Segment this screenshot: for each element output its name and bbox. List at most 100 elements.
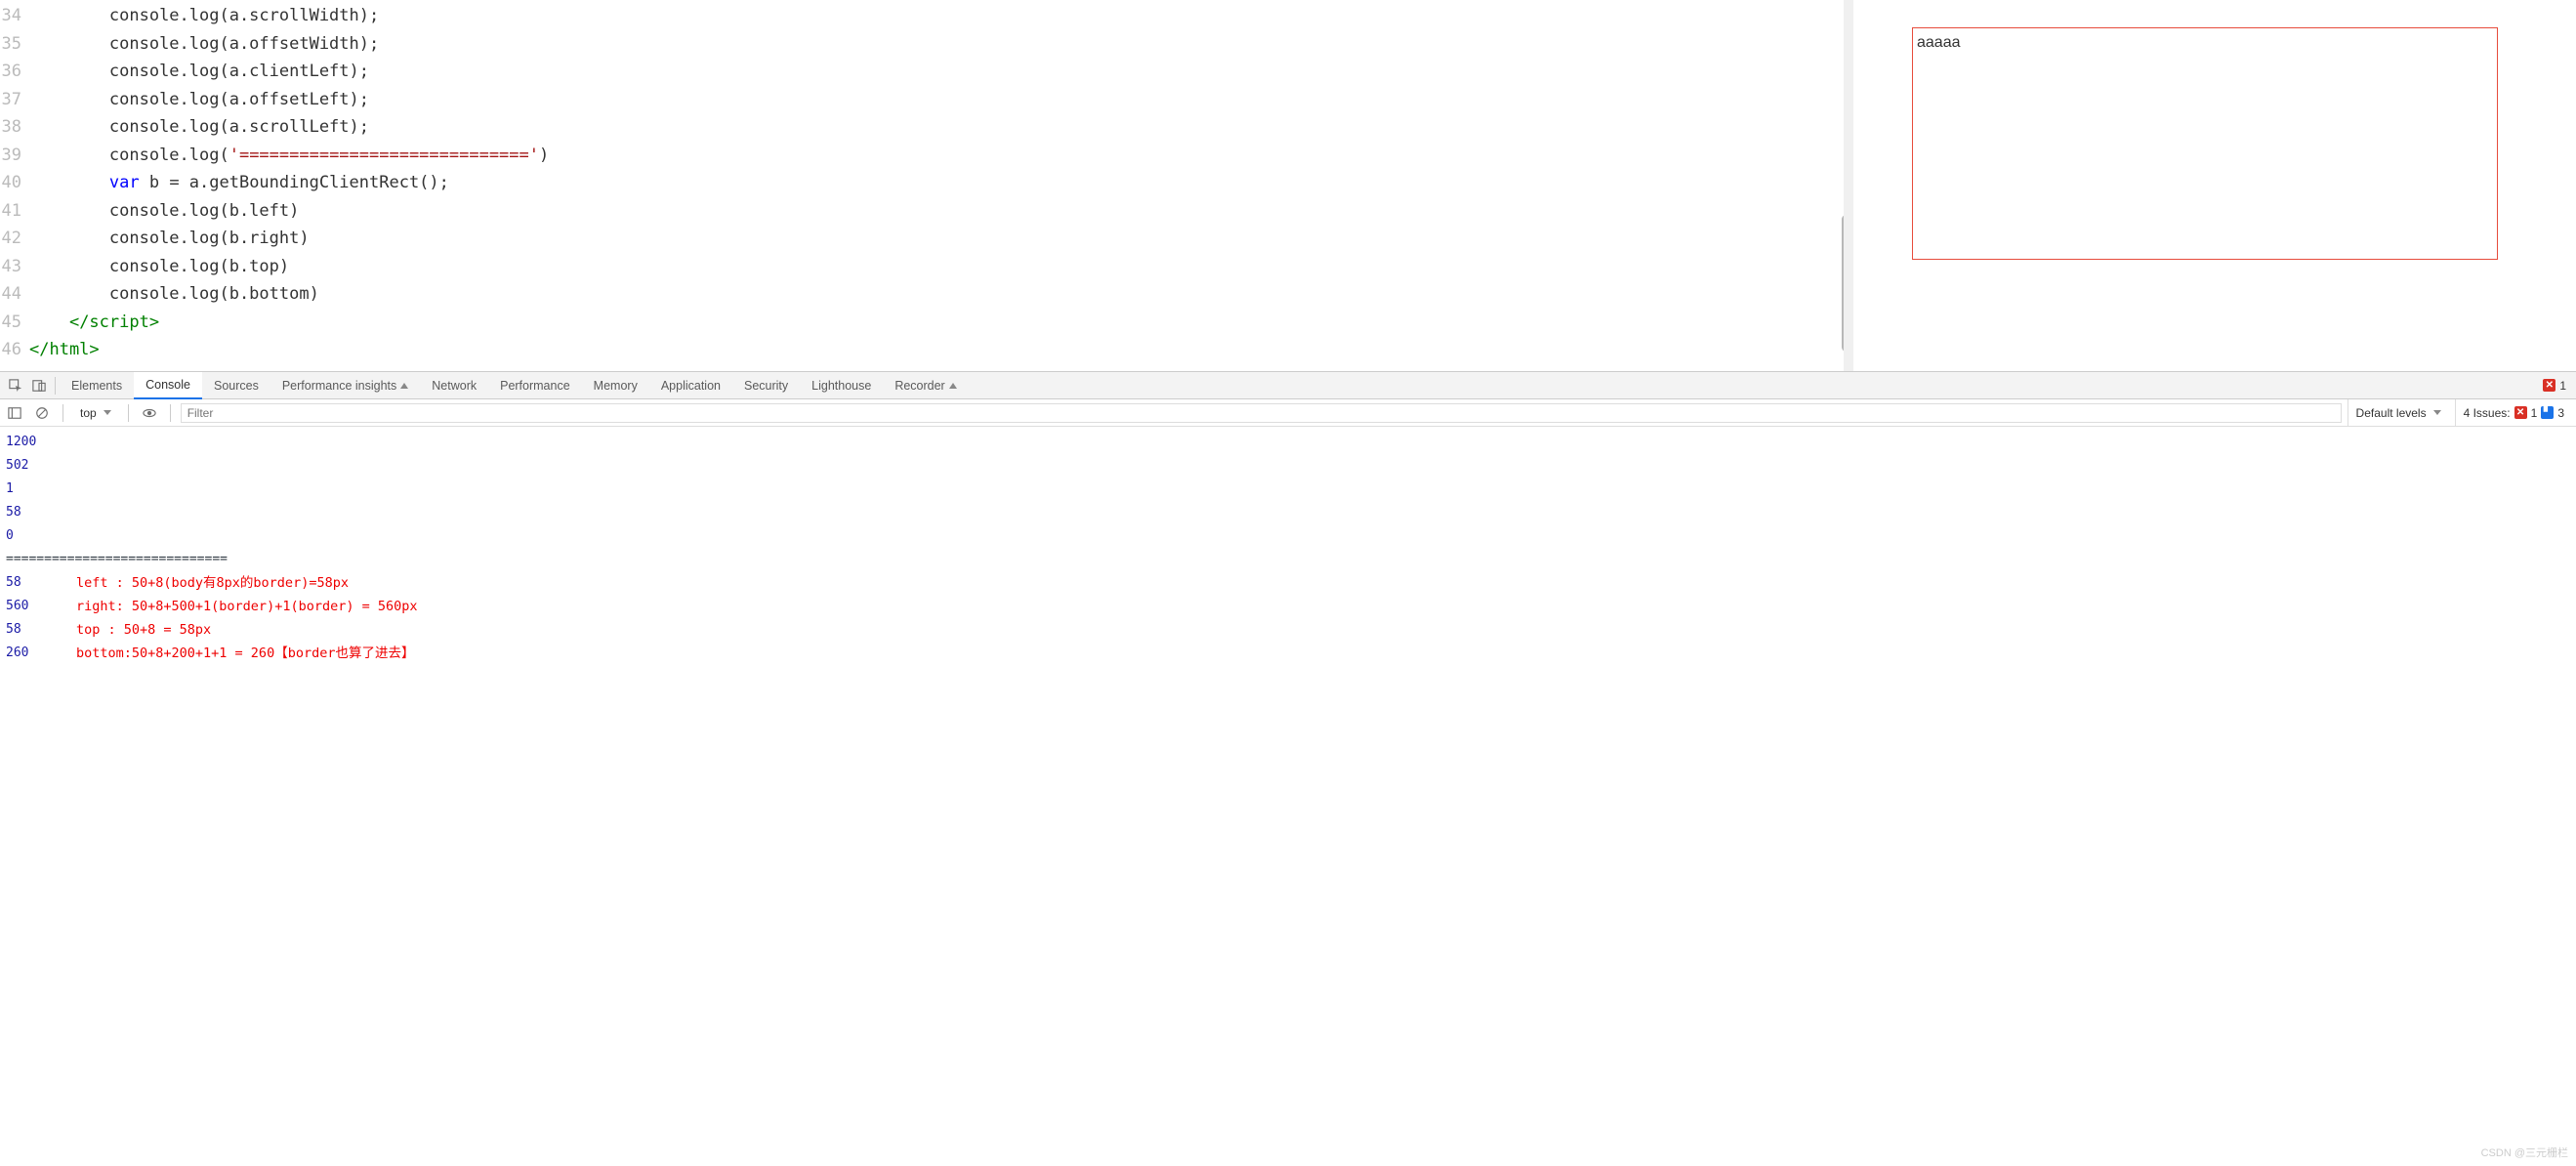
line-number: 45: [0, 309, 29, 337]
code-content: console.log(a.scrollWidth);: [29, 2, 1852, 30]
tab-lighthouse[interactable]: Lighthouse: [800, 372, 883, 399]
watermark: CSDN @三元栅栏: [2481, 1145, 2568, 1160]
tab-recorder[interactable]: Recorder: [883, 372, 968, 399]
tab-console[interactable]: Console: [134, 372, 202, 399]
device-toolbar-icon[interactable]: [27, 372, 51, 399]
line-number: 43: [0, 253, 29, 281]
code-line[interactable]: 38 console.log(a.scrollLeft);: [0, 113, 1852, 142]
console-row: 560 right: 50+8+500+1(border)+1(border) =…: [6, 595, 2576, 618]
issues-indicator[interactable]: 4 Issues: ✕1 ▘3: [2455, 399, 2572, 427]
code-content: console.log(b.left): [29, 197, 1852, 226]
context-selector[interactable]: top: [73, 403, 118, 423]
console-value: 58: [6, 571, 57, 595]
console-output[interactable]: 12005021 58 0=============================…: [0, 427, 2576, 665]
console-toolbar: top Default levels 4 Issues: ✕1 ▘3: [0, 399, 2576, 427]
line-number: 42: [0, 225, 29, 253]
line-number: 46: [0, 336, 29, 364]
line-number: 44: [0, 280, 29, 309]
code-line[interactable]: 45 </script>: [0, 309, 1852, 337]
console-value: 58: [6, 618, 57, 642]
code-line[interactable]: 39 console.log('========================…: [0, 142, 1852, 170]
tab-label: Network: [432, 379, 477, 393]
line-number: 41: [0, 197, 29, 226]
tab-performance-insights[interactable]: Performance insights: [270, 372, 420, 399]
tab-application[interactable]: Application: [649, 372, 732, 399]
tab-performance[interactable]: Performance: [488, 372, 582, 399]
error-indicator[interactable]: ✕1: [2543, 379, 2572, 393]
tab-label: Lighthouse: [811, 379, 871, 393]
tab-memory[interactable]: Memory: [582, 372, 649, 399]
code-line[interactable]: 37 console.log(a.offsetLeft);: [0, 86, 1852, 114]
devtools-panel: Elements Console Sources Performance insigh…: [0, 371, 2576, 665]
console-annotation: right: 50+8+500+1(border)+1(border) = 56…: [76, 595, 418, 618]
console-row: 260 bottom:50+8+200+1+1 = 260【border也算了进去…: [6, 642, 2576, 665]
code-line[interactable]: 44 console.log(b.bottom): [0, 280, 1852, 309]
tab-label: Sources: [214, 379, 259, 393]
filter-input[interactable]: [181, 403, 2342, 423]
console-row: 502: [6, 454, 2576, 478]
tab-label: Elements: [71, 379, 122, 393]
console-annotation: bottom:50+8+200+1+1 = 260【border也算了进去】: [76, 642, 414, 665]
inspect-element-icon[interactable]: [4, 372, 27, 399]
console-value: 260: [6, 642, 57, 665]
tab-network[interactable]: Network: [420, 372, 488, 399]
issues-error-count: 1: [2531, 406, 2538, 420]
separator: [128, 404, 129, 422]
code-line[interactable]: 41 console.log(b.left): [0, 197, 1852, 226]
error-badge-icon: ✕: [2543, 379, 2555, 392]
code-content: </script>: [29, 309, 1852, 337]
console-row: 58left : 50+8(body有8px的border)=58px: [6, 571, 2576, 595]
code-content: console.log(b.top): [29, 253, 1852, 281]
tab-label: Memory: [594, 379, 638, 393]
console-row: 1: [6, 478, 2576, 501]
code-content: console.log(b.bottom): [29, 280, 1852, 309]
log-levels-selector[interactable]: Default levels: [2347, 399, 2449, 427]
separator: [170, 404, 171, 422]
experiment-icon: [949, 383, 957, 389]
levels-label: Default levels: [2356, 406, 2427, 420]
line-number: 38: [0, 113, 29, 142]
console-row: 0: [6, 524, 2576, 548]
tab-security[interactable]: Security: [732, 372, 800, 399]
context-label: top: [80, 406, 97, 420]
separator: [62, 404, 63, 422]
code-editor-pane[interactable]: 34 console.log(a.scrollWidth);35 console…: [0, 0, 1853, 371]
preview-pane: aaaaa: [1853, 0, 2576, 371]
code-content: console.log(a.offsetWidth);: [29, 30, 1852, 59]
editor-preview-split: 34 console.log(a.scrollWidth);35 console…: [0, 0, 2576, 371]
error-badge-icon: ✕: [2514, 406, 2527, 419]
line-number: 40: [0, 169, 29, 197]
code-line[interactable]: 40 var b = a.getBoundingClientRect();: [0, 169, 1852, 197]
code-line[interactable]: 46</html>: [0, 336, 1852, 364]
console-row: 1200: [6, 431, 2576, 454]
code-content: console.log(a.offsetLeft);: [29, 86, 1852, 114]
console-row: 58top : 50+8 = 58px: [6, 618, 2576, 642]
pane-splitter[interactable]: [1844, 0, 1853, 371]
tab-label: Application: [661, 379, 721, 393]
console-value: 0: [6, 524, 57, 548]
console-value: 560: [6, 595, 57, 618]
tab-label: Recorder: [894, 379, 944, 393]
code-line[interactable]: 34 console.log(a.scrollWidth);: [0, 2, 1852, 30]
tab-sources[interactable]: Sources: [202, 372, 270, 399]
code-line[interactable]: 43 console.log(b.top): [0, 253, 1852, 281]
clear-console-icon[interactable]: [31, 402, 53, 424]
code-content: </html>: [29, 336, 1852, 364]
tab-label: Console: [145, 378, 190, 392]
line-number: 36: [0, 58, 29, 86]
code-line[interactable]: 36 console.log(a.clientLeft);: [0, 58, 1852, 86]
code-content: console.log(a.clientLeft);: [29, 58, 1852, 86]
code-content: var b = a.getBoundingClientRect();: [29, 169, 1852, 197]
code-line[interactable]: 42 console.log(b.right): [0, 225, 1852, 253]
code-content: console.log(a.scrollLeft);: [29, 113, 1852, 142]
console-value: 1: [6, 478, 57, 501]
code-content: console.log('===========================…: [29, 142, 1852, 170]
code-lines: 34 console.log(a.scrollWidth);35 console…: [0, 0, 1852, 364]
console-row: =============================: [6, 548, 2576, 571]
code-content: console.log(b.right): [29, 225, 1852, 253]
code-line[interactable]: 35 console.log(a.offsetWidth);: [0, 30, 1852, 59]
experiment-icon: [400, 383, 408, 389]
live-expression-icon[interactable]: [139, 402, 160, 424]
sidebar-toggle-icon[interactable]: [4, 402, 25, 424]
tab-elements[interactable]: Elements: [60, 372, 134, 399]
